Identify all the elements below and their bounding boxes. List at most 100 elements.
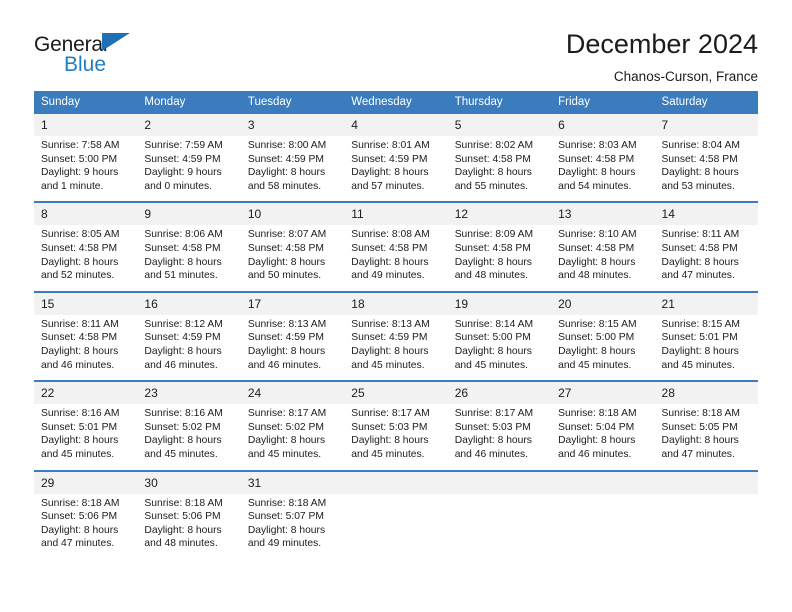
brand-triangle-icon — [102, 33, 130, 51]
day-details: Sunrise: 8:15 AM Sunset: 5:00 PM Daylight:… — [551, 315, 654, 380]
day-details: Sunrise: 8:04 AM Sunset: 4:58 PM Daylight:… — [655, 136, 758, 201]
title-block: December 2024 Chanos-Curson, France — [566, 28, 758, 85]
calendar-day-cell[interactable]: 17 Sunrise: 8:13 AM Sunset: 4:59 PM Dayligh… — [240, 290, 345, 382]
day-cell-inner: 28 Sunrise: 8:18 AM Sunset: 5:05 PM Dayligh… — [654, 382, 758, 469]
location-subtitle: Chanos-Curson, France — [613, 69, 758, 84]
sunset-time: Sunset: 5:04 PM — [558, 421, 635, 433]
daylight-duration-line2: and 47 minutes. — [41, 538, 115, 550]
daylight-duration-line1: Daylight: 8 hours — [661, 256, 739, 268]
calendar-day-cell[interactable]: 2 Sunrise: 7:59 AM Sunset: 4:59 PM Daylight… — [137, 114, 241, 202]
calendar-day-cell[interactable]: 23 Sunrise: 8:16 AM Sunset: 5:02 PM Dayligh… — [137, 380, 241, 471]
daylight-duration-line2: and 47 minutes. — [661, 270, 735, 282]
sunrise-time: Sunrise: 8:05 AM — [41, 229, 120, 241]
calendar-day-cell[interactable]: 27 Sunrise: 8:18 AM Sunset: 5:04 PM Dayligh… — [551, 380, 655, 471]
calendar-day-cell[interactable]: 7 Sunrise: 8:04 AM Sunset: 4:58 PM Daylight… — [654, 114, 758, 202]
day-cell-inner — [447, 471, 552, 556]
sunrise-time: Sunrise: 8:18 AM — [247, 497, 327, 509]
sunset-time: Sunset: 4:59 PM — [351, 332, 428, 344]
calendar-day-cell[interactable]: 21 Sunrise: 8:15 AM Sunset: 5:01 PM Dayligh… — [654, 290, 758, 382]
day-number: 31 — [240, 471, 345, 494]
day-details: Sunrise: 8:01 AM Sunset: 4:59 PM Daylight:… — [344, 136, 447, 201]
calendar-day-cell[interactable]: 25 Sunrise: 8:17 AM Sunset: 5:03 PM Dayligh… — [344, 380, 448, 471]
calendar-day-cell[interactable]: 18 Sunrise: 8:13 AM Sunset: 4:59 PM Dayligh… — [344, 290, 448, 382]
calendar-day-cell[interactable]: 13 Sunrise: 8:10 AM Sunset: 4:58 PM Dayligh… — [551, 201, 655, 292]
sunrise-time: Sunrise: 8:08 AM — [351, 229, 430, 241]
day-cell-inner: 3 Sunrise: 8:00 AM Sunset: 4:59 PM Daylight… — [240, 114, 345, 201]
daylight-duration-line1: Daylight: 8 hours — [247, 435, 326, 447]
daylight-duration-line1: Daylight: 8 hours — [144, 345, 222, 357]
sunrise-time: Sunrise: 8:11 AM — [661, 229, 740, 241]
calendar-body: 1 Sunrise: 7:58 AM Sunset: 5:00 PM Daylight… — [34, 114, 758, 559]
daylight-duration-line2: and 46 minutes. — [41, 359, 115, 371]
day-cell-inner: 5 Sunrise: 8:02 AM Sunset: 4:58 PM Daylight… — [447, 114, 552, 201]
day-details: Sunrise: 8:18 AM Sunset: 5:04 PM Daylight:… — [551, 404, 654, 469]
calendar-day-cell[interactable]: 20 Sunrise: 8:15 AM Sunset: 5:00 PM Dayligh… — [551, 290, 655, 382]
calendar-day-cell[interactable]: 9 Sunrise: 8:06 AM Sunset: 4:58 PM Daylight… — [137, 201, 241, 292]
sunset-time: Sunset: 5:05 PM — [661, 421, 738, 433]
calendar-cell-empty — [344, 469, 448, 559]
daylight-duration-line1: Daylight: 8 hours — [351, 435, 429, 447]
calendar-day-cell[interactable]: 31 Sunrise: 8:18 AM Sunset: 5:07 PM Dayligh… — [240, 469, 345, 559]
calendar-day-cell[interactable]: 26 Sunrise: 8:17 AM Sunset: 5:03 PM Dayligh… — [447, 380, 552, 471]
calendar-day-cell[interactable]: 6 Sunrise: 8:03 AM Sunset: 4:58 PM Daylight… — [551, 114, 655, 202]
weekday-header-wednesday: Wednesday — [344, 91, 448, 114]
calendar-day-cell[interactable]: 29 Sunrise: 8:18 AM Sunset: 5:06 PM Dayligh… — [34, 469, 138, 559]
calendar-day-cell[interactable]: 3 Sunrise: 8:00 AM Sunset: 4:59 PM Daylight… — [240, 114, 345, 202]
calendar-day-cell[interactable]: 5 Sunrise: 8:02 AM Sunset: 4:58 PM Daylight… — [447, 114, 552, 202]
daylight-duration-line2: and 45 minutes. — [351, 448, 425, 460]
calendar-day-cell[interactable]: 22 Sunrise: 8:16 AM Sunset: 5:01 PM Dayligh… — [34, 380, 138, 471]
day-number — [551, 471, 655, 494]
daylight-duration-line2: and 45 minutes. — [661, 359, 735, 371]
weekday-header-thursday: Thursday — [447, 91, 552, 114]
day-cell-inner — [344, 471, 448, 556]
day-cell-inner: 27 Sunrise: 8:18 AM Sunset: 5:04 PM Dayligh… — [551, 382, 655, 469]
calendar-day-cell[interactable]: 16 Sunrise: 8:12 AM Sunset: 4:59 PM Dayligh… — [137, 290, 241, 382]
sunrise-time: Sunrise: 8:15 AM — [558, 318, 637, 330]
day-cell-inner: 11 Sunrise: 8:08 AM Sunset: 4:58 PM Dayligh… — [344, 203, 448, 290]
daylight-duration-line1: Daylight: 8 hours — [144, 524, 222, 536]
daylight-duration-line2: and 52 minutes. — [41, 270, 115, 282]
sunrise-time: Sunrise: 8:17 AM — [247, 408, 327, 420]
day-cell-inner: 20 Sunrise: 8:15 AM Sunset: 5:00 PM Dayligh… — [551, 292, 655, 380]
calendar-day-cell[interactable]: 11 Sunrise: 8:08 AM Sunset: 4:58 PM Dayligh… — [344, 201, 448, 292]
day-number: 20 — [551, 292, 655, 315]
day-cell-inner: 14 Sunrise: 8:11 AM Sunset: 4:58 PM Dayligh… — [654, 203, 758, 290]
sunset-time: Sunset: 5:07 PM — [247, 511, 324, 523]
daylight-duration-line2: and 48 minutes. — [558, 270, 632, 282]
calendar-day-cell[interactable]: 28 Sunrise: 8:18 AM Sunset: 5:05 PM Dayligh… — [654, 380, 758, 471]
calendar-week-row: 8 Sunrise: 8:05 AM Sunset: 4:58 PM Daylight… — [34, 201, 758, 292]
day-number: 19 — [447, 292, 552, 315]
calendar-day-cell[interactable]: 14 Sunrise: 8:11 AM Sunset: 4:58 PM Dayligh… — [654, 201, 758, 292]
calendar-day-cell[interactable]: 12 Sunrise: 8:09 AM Sunset: 4:58 PM Dayligh… — [447, 201, 552, 292]
calendar-day-cell[interactable]: 24 Sunrise: 8:17 AM Sunset: 5:02 PM Dayligh… — [240, 380, 345, 471]
calendar-day-cell[interactable]: 10 Sunrise: 8:07 AM Sunset: 4:58 PM Dayligh… — [240, 201, 345, 292]
daylight-duration-line1: Daylight: 8 hours — [41, 256, 119, 268]
day-details: Sunrise: 8:08 AM Sunset: 4:58 PM Daylight:… — [344, 225, 447, 290]
brand-logo[interactable]: General Blue — [34, 28, 214, 75]
calendar-week-row: 22 Sunrise: 8:16 AM Sunset: 5:01 PM Dayligh… — [34, 380, 758, 471]
day-details: Sunrise: 8:13 AM Sunset: 4:59 PM Daylight:… — [241, 315, 344, 380]
daylight-duration-line2: and 53 minutes. — [661, 180, 735, 192]
day-number — [447, 471, 552, 494]
day-details: Sunrise: 8:16 AM Sunset: 5:02 PM Daylight:… — [137, 404, 240, 469]
calendar-day-cell[interactable]: 30 Sunrise: 8:18 AM Sunset: 5:06 PM Dayligh… — [137, 469, 241, 559]
calendar-day-cell[interactable]: 19 Sunrise: 8:14 AM Sunset: 5:00 PM Dayligh… — [447, 290, 552, 382]
sunrise-time: Sunrise: 8:02 AM — [454, 140, 534, 151]
calendar-day-cell[interactable]: 1 Sunrise: 7:58 AM Sunset: 5:00 PM Daylight… — [34, 114, 138, 202]
day-number: 23 — [137, 382, 241, 405]
sunset-time: Sunset: 4:58 PM — [247, 242, 324, 254]
sunrise-time: Sunrise: 8:00 AM — [247, 140, 327, 151]
calendar-day-cell[interactable]: 4 Sunrise: 8:01 AM Sunset: 4:59 PM Daylight… — [344, 114, 448, 202]
day-details: Sunrise: 7:59 AM Sunset: 4:59 PM Daylight:… — [137, 136, 240, 201]
calendar-day-cell[interactable]: 8 Sunrise: 8:05 AM Sunset: 4:58 PM Daylight… — [34, 201, 138, 292]
daylight-duration-line1: Daylight: 8 hours — [661, 435, 739, 447]
sunset-time: Sunset: 4:58 PM — [351, 242, 428, 254]
sunrise-time: Sunrise: 8:17 AM — [454, 408, 534, 420]
daylight-duration-line1: Daylight: 8 hours — [558, 167, 636, 179]
day-number: 2 — [137, 114, 241, 136]
calendar-day-cell[interactable]: 15 Sunrise: 8:11 AM Sunset: 4:58 PM Dayligh… — [34, 290, 138, 382]
day-number: 10 — [240, 203, 345, 226]
daylight-duration-line2: and 45 minutes. — [41, 448, 115, 460]
sunrise-time: Sunrise: 8:18 AM — [144, 497, 223, 509]
sunset-time: Sunset: 4:59 PM — [351, 153, 428, 165]
